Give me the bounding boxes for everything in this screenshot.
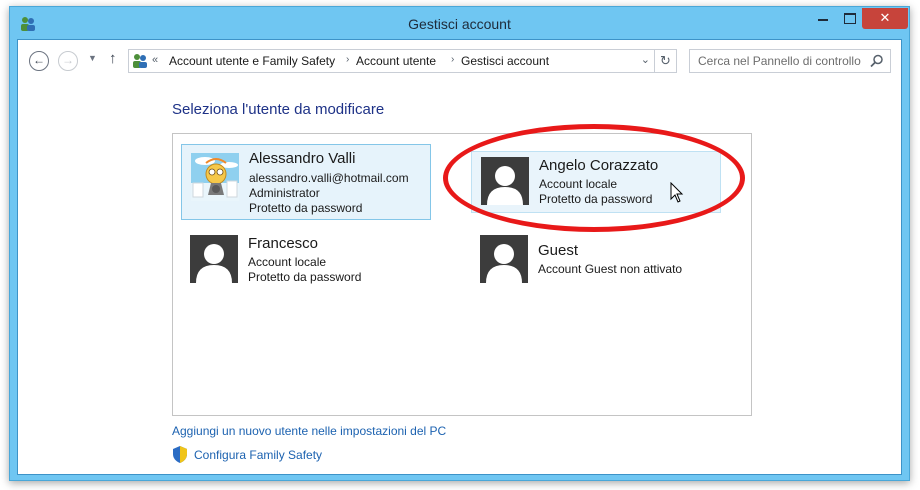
user-silhouette-icon [480,235,528,283]
refresh-icon[interactable]: ↻ [654,50,676,72]
minimize-button[interactable] [810,8,836,29]
account-tile-guest[interactable]: Guest Account Guest non attivato [471,230,721,292]
family-safety-link-label[interactable]: Configura Family Safety [194,448,322,462]
uac-shield-icon [173,446,187,463]
client-area: ← → ▼ ↑ « Account utente e Family Safety… [17,39,902,475]
users-icon [133,54,147,68]
forward-button[interactable]: → [58,51,78,71]
search-icon[interactable] [870,54,884,68]
address-bar[interactable]: « Account utente e Family Safety › Accou… [128,49,677,73]
window-title: Gestisci account [408,16,511,32]
breadcrumb-separator[interactable]: › [346,54,349,65]
account-type: Account locale [248,255,327,269]
account-email: alessandro.valli@hotmail.com [249,171,409,185]
breadcrumb-account-family-safety[interactable]: Account utente e Family Safety [169,54,335,68]
close-button[interactable] [862,8,908,29]
maximize-button[interactable] [836,8,862,29]
back-button[interactable]: ← [29,51,49,71]
account-name: Guest [538,242,579,259]
account-password-status: Protetto da password [248,270,362,284]
up-arrow-icon[interactable]: ↑ [109,50,117,67]
search-input[interactable]: Cerca nel Pannello di controllo [689,49,891,73]
account-tile-alessandro-valli[interactable]: Alessandro Valli alessandro.valli@hotmai… [181,144,431,220]
chevron-down-icon[interactable]: ⌄ [641,53,650,66]
recent-locations-chevron-icon[interactable]: ▼ [88,53,97,63]
breadcrumb-gestisci-account[interactable]: Gestisci account [461,54,549,68]
breadcrumb-overflow[interactable]: « [152,54,158,66]
account-type: Administrator [249,186,320,200]
breadcrumb-separator[interactable]: › [451,54,454,65]
account-status: Account Guest non attivato [538,262,683,276]
account-name: Alessandro Valli [249,150,356,167]
control-panel-window: Gestisci account ← → ▼ ↑ « Account utent… [9,6,910,481]
search-placeholder: Cerca nel Pannello di controllo [698,54,861,68]
title-bar[interactable]: Gestisci account [10,7,909,39]
account-tile-francesco[interactable]: Francesco Account locale Protetto da pas… [181,230,431,292]
mouse-pointer-icon [670,182,684,203]
add-user-link[interactable]: Aggiungi un nuovo utente nelle impostazi… [172,424,446,438]
highlight-ellipse [443,124,745,232]
user-silhouette-icon [190,235,238,283]
page-heading: Seleziona l'utente da modificare [172,101,385,118]
navigation-bar: ← → ▼ ↑ « Account utente e Family Safety… [18,40,901,80]
breadcrumb-account-utente[interactable]: Account utente [356,54,436,68]
account-password-status: Protetto da password [249,201,363,215]
account-name: Francesco [248,235,319,252]
avatar [191,153,239,201]
